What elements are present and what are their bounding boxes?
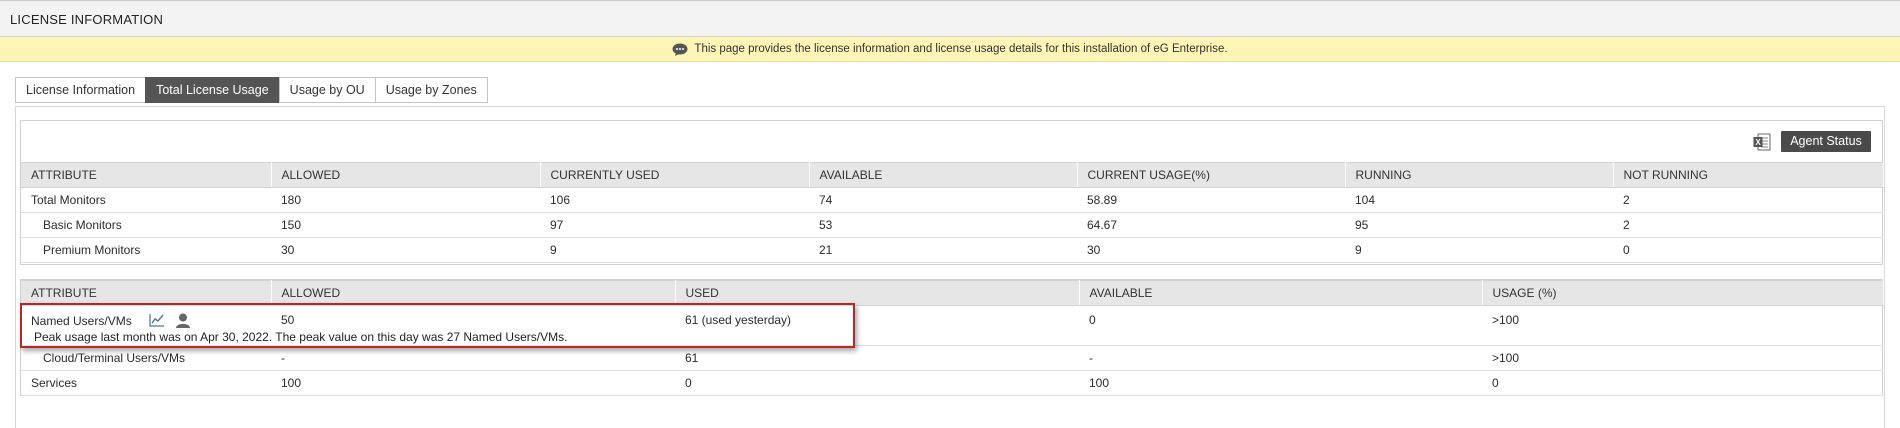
table-cell: Cloud/Terminal Users/VMs (21, 345, 271, 371)
table-row: Basic Monitors 150 97 53 64.67 95 2 (21, 212, 1883, 238)
table-cell: 0 (675, 370, 1079, 396)
table-cell: 180 (271, 187, 540, 213)
table-cell: 64.67 (1077, 212, 1345, 238)
column-header: NOT RUNNING (1613, 162, 1884, 188)
table-cell: 53 (809, 212, 1077, 238)
table-cell: 61 (used yesterday) (675, 305, 1079, 346)
svg-text:X: X (1755, 138, 1761, 147)
column-header: ALLOWED (271, 280, 676, 306)
table-cell: 150 (271, 212, 540, 238)
table-cell: 104 (1345, 187, 1613, 213)
row-icon-group (149, 313, 191, 328)
tab-license-information[interactable]: License Information (15, 77, 147, 103)
table-cell: Total Monitors (21, 187, 271, 213)
table-header-row: ATTRIBUTE ALLOWED USED AVAILABLE USAGE (… (21, 280, 1884, 306)
column-header: CURRENT USAGE(%) (1077, 162, 1346, 188)
excel-export-icon[interactable]: X (1753, 133, 1771, 151)
table-cell: 0 (1613, 237, 1883, 263)
column-header: ATTRIBUTE (21, 280, 272, 306)
speech-bubble-icon (672, 43, 688, 56)
table-cell: 21 (809, 237, 1077, 263)
table-cell: 9 (1345, 237, 1613, 263)
table-cell: 97 (540, 212, 809, 238)
table-row: Premium Monitors 30 9 21 30 9 0 (21, 237, 1883, 263)
table-cell: 0 (1079, 305, 1482, 346)
table-cell: 74 (809, 187, 1077, 213)
table-cell: 0 (1482, 370, 1883, 396)
tab-total-license-usage[interactable]: Total License Usage (145, 77, 280, 103)
table-cell: 9 (540, 237, 809, 263)
column-header: RUNNING (1345, 162, 1614, 188)
trend-chart-icon[interactable] (149, 313, 165, 327)
table-cell: 58.89 (1077, 187, 1345, 213)
table-row: Cloud/Terminal Users/VMs - 61 - >100 (21, 345, 1883, 371)
info-banner: This page provides the license informati… (0, 37, 1900, 62)
table-cell: >100 (1482, 305, 1883, 346)
page-title: LICENSE INFORMATION (10, 12, 164, 27)
table-cell: 2 (1613, 212, 1883, 238)
peak-usage-note: Peak usage last month was on Apr 30, 202… (34, 330, 568, 344)
table-cell: 30 (1077, 237, 1345, 263)
table-row: Total Monitors 180 106 74 58.89 104 2 (21, 187, 1883, 213)
user-icon[interactable] (175, 313, 191, 328)
table-cell: Basic Monitors (21, 212, 271, 238)
table-cell: - (271, 345, 675, 371)
tab-bar: License Information Total License Usage … (15, 77, 488, 103)
tab-usage-by-ou[interactable]: Usage by OU (278, 77, 376, 103)
table-cell: 30 (271, 237, 540, 263)
monitors-table: ATTRIBUTE ALLOWED CURRENTLY USED AVAILAB… (21, 162, 1884, 263)
column-header: USAGE (%) (1482, 280, 1884, 306)
table-cell: >100 (1482, 345, 1883, 371)
page-header: LICENSE INFORMATION (0, 0, 1900, 37)
column-header: ALLOWED (271, 162, 541, 188)
tab-usage-by-zones[interactable]: Usage by Zones (374, 77, 488, 103)
agent-status-button[interactable]: Agent Status (1781, 131, 1871, 152)
table-cell: 95 (1345, 212, 1613, 238)
table-cell: Services (21, 370, 271, 396)
table-cell: 100 (1079, 370, 1482, 396)
table-cell: - (1079, 345, 1482, 371)
column-header: AVAILABLE (809, 162, 1078, 188)
table-cell: 2 (1613, 187, 1883, 213)
column-header: ATTRIBUTE (21, 162, 272, 188)
column-header: CURRENTLY USED (540, 162, 810, 188)
table-row: Services 100 0 100 0 (21, 370, 1883, 396)
table-cell: 100 (271, 370, 675, 396)
banner-text: This page provides the license informati… (694, 43, 1228, 55)
table-cell: 106 (540, 187, 809, 213)
attribute-label: Named Users/VMs (31, 314, 132, 328)
column-header: AVAILABLE (1079, 280, 1483, 306)
table-cell: Premium Monitors (21, 237, 271, 263)
table-header-row: ATTRIBUTE ALLOWED CURRENTLY USED AVAILAB… (21, 162, 1884, 188)
column-header: USED (675, 280, 1080, 306)
table-cell: 61 (675, 345, 1079, 371)
